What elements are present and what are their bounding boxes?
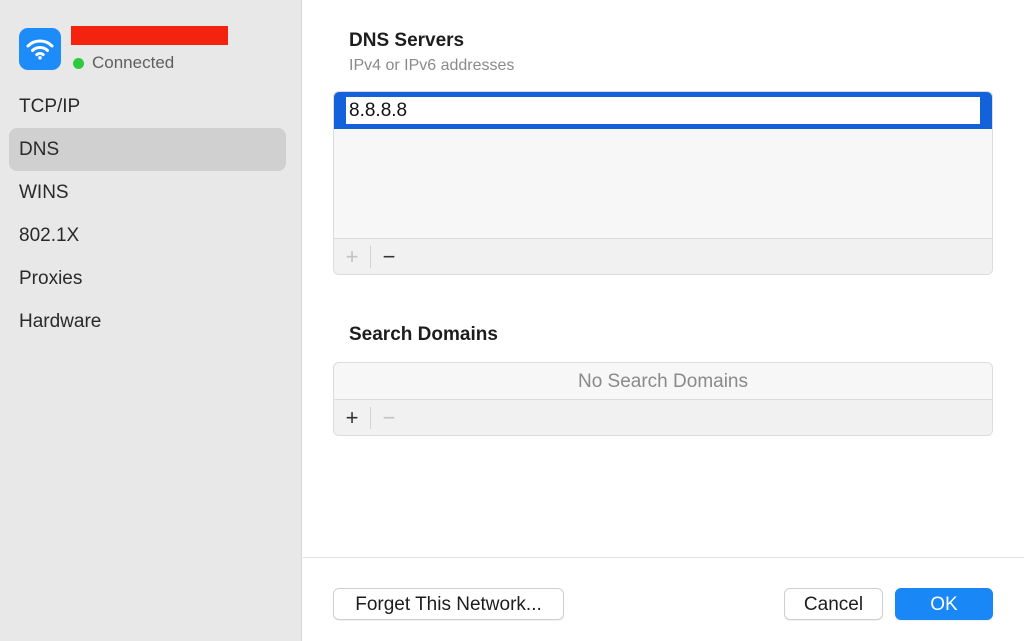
sidebar-item-tcpip[interactable]: TCP/IP — [9, 85, 286, 128]
dns-add-button[interactable]: + — [334, 239, 370, 274]
forget-network-button[interactable]: Forget This Network... — [333, 588, 564, 620]
dns-list-toolbar: + − — [334, 238, 992, 274]
sidebar-item-proxies[interactable]: Proxies — [9, 257, 286, 300]
sidebar-item-dns[interactable]: DNS — [9, 128, 286, 171]
search-remove-button[interactable]: − — [371, 400, 407, 435]
dns-servers-list: + − — [333, 91, 993, 275]
dns-server-row[interactable] — [334, 92, 992, 129]
connection-status: Connected — [73, 53, 174, 73]
sidebar-item-8021x[interactable]: 802.1X — [9, 214, 286, 257]
search-list-toolbar: + − — [334, 399, 992, 435]
search-domains-list: No Search Domains + − — [333, 362, 993, 436]
search-domains-empty: No Search Domains — [577, 371, 749, 392]
sidebar-item-hardware[interactable]: Hardware — [9, 300, 286, 343]
dns-servers-subtitle: IPv4 or IPv6 addresses — [349, 57, 515, 74]
search-add-button[interactable]: + — [334, 400, 370, 435]
dns-servers-title: DNS Servers — [349, 30, 465, 51]
sidebar: Connected TCP/IP DNS WINS 802.1X Proxies… — [0, 0, 302, 641]
sidebar-item-wins[interactable]: WINS — [9, 171, 286, 214]
search-domains-title: Search Domains — [349, 324, 498, 345]
ok-button[interactable]: OK — [895, 588, 993, 620]
dns-server-input[interactable] — [346, 97, 980, 124]
status-dot-icon — [73, 57, 84, 69]
status-text: Connected — [92, 53, 175, 72]
sidebar-nav: TCP/IP DNS WINS 802.1X Proxies Hardware — [9, 85, 286, 343]
footer-divider — [303, 557, 1024, 558]
cancel-button[interactable]: Cancel — [784, 588, 883, 620]
network-name-redacted — [71, 26, 228, 45]
main-panel: DNS Servers IPv4 or IPv6 addresses + − S… — [303, 0, 1024, 641]
wifi-icon — [19, 28, 61, 70]
dns-remove-button[interactable]: − — [371, 239, 407, 274]
